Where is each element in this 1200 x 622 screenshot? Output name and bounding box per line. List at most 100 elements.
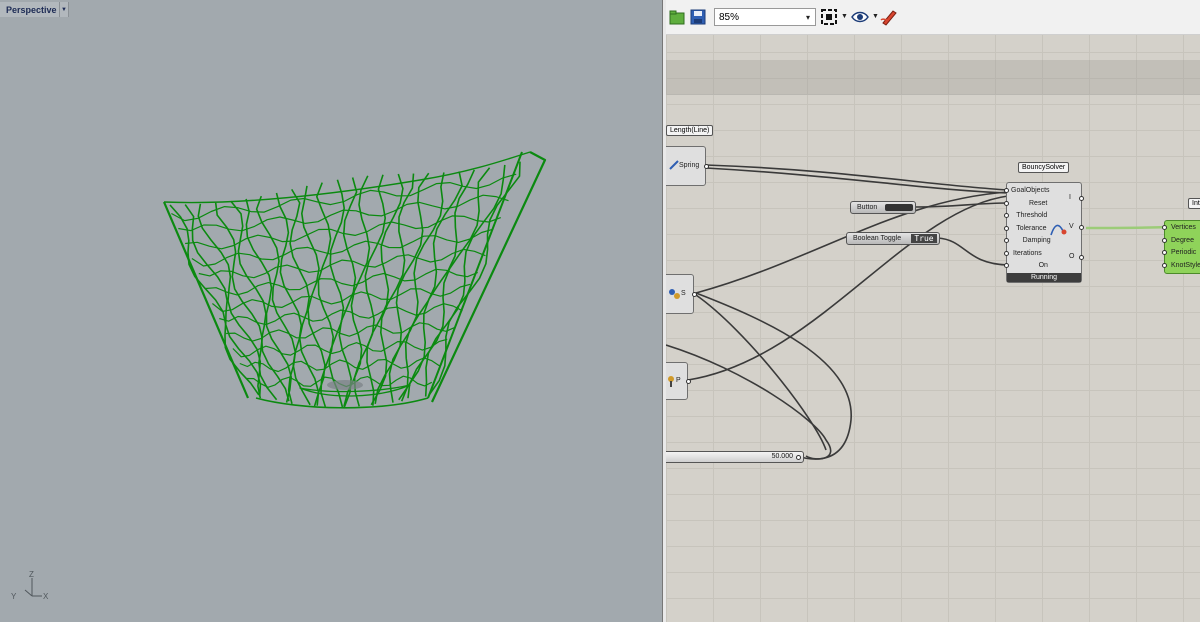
solver-input-port[interactable] — [1004, 238, 1009, 243]
spring-icon — [669, 160, 679, 170]
interpolate-input-port[interactable] — [1162, 262, 1167, 268]
interpolate-tag: Inte — [1188, 198, 1200, 209]
boolean-toggle-value[interactable]: True — [911, 234, 937, 243]
wire-spring-goal — [705, 164, 1009, 191]
viewport-tab[interactable]: Perspective ▼ — [0, 2, 69, 17]
anchor-goal-icon — [669, 289, 680, 299]
preview-caret-icon[interactable]: ▼ — [872, 13, 879, 20]
rhino-viewport[interactable]: Perspective ▼ Z Y X — [0, 0, 662, 622]
mesh-curve — [169, 204, 260, 396]
bouncy-solver-icon — [1050, 224, 1067, 236]
interpolate-input-label: Periodic — [1171, 249, 1197, 256]
zoom-extents-button[interactable] — [820, 8, 838, 26]
solver-output-v: V — [1069, 223, 1074, 230]
s-component[interactable]: S — [666, 274, 697, 314]
solver-input-port[interactable] — [1004, 250, 1009, 256]
slider-value: 50.000 — [771, 453, 793, 460]
mesh-shadow — [327, 380, 363, 390]
solver-o-port[interactable] — [1079, 255, 1084, 260]
open-button[interactable] — [668, 8, 686, 26]
mesh-curve — [431, 151, 547, 403]
solver-input-port[interactable] — [1004, 225, 1009, 231]
interpolate-input-port[interactable] — [1162, 250, 1167, 255]
solver-input-port[interactable] — [1004, 200, 1009, 206]
solver-input-port[interactable] — [1004, 263, 1009, 268]
mesh-curve — [328, 179, 345, 408]
s-output-port[interactable] — [692, 292, 697, 297]
mesh-curve — [301, 185, 326, 407]
axis-y-label: Y — [11, 592, 17, 601]
p-output-port[interactable] — [686, 379, 691, 384]
boolean-toggle-component[interactable]: Boolean Toggle True — [846, 232, 940, 245]
solver-input-label: Iterations — [1013, 249, 1042, 257]
eye-preview-icon — [851, 11, 869, 23]
mesh-curve — [427, 151, 523, 399]
solver-input-label: GoalObjects — [1011, 187, 1050, 194]
spring-component[interactable]: Spring — [666, 146, 709, 186]
mesh-curve — [185, 215, 502, 250]
wire-layer — [666, 164, 1167, 460]
zoom-dropdown[interactable]: 85% ▾ — [714, 8, 816, 26]
spring-output-port[interactable] — [704, 164, 709, 169]
solver-input-port[interactable] — [1004, 213, 1009, 218]
floppy-save-icon — [690, 9, 706, 25]
chevron-down-icon: ▾ — [805, 12, 810, 22]
solver-input-label: On — [1038, 262, 1048, 269]
wire-toggle-on — [937, 237, 1009, 266]
axis-x-label: X — [43, 592, 49, 601]
zoom-extents-icon — [821, 9, 837, 25]
solver-input-label: Tolerance — [1016, 224, 1047, 232]
solver-input-label: Reset — [1029, 199, 1048, 207]
wire-spring-goal-2 — [705, 167, 1009, 194]
folder-open-icon — [669, 10, 685, 25]
canvas-toolbar: 85% ▾ ▼ ▼ — [666, 0, 1200, 35]
bouncy-solver-component[interactable]: GoalObjects Reset Threshold Tolerance Dampin… — [1004, 182, 1084, 283]
zoom-extents-caret-icon[interactable]: ▼ — [841, 13, 848, 20]
interpolate-input-port[interactable] — [1162, 225, 1167, 230]
button-face[interactable] — [885, 204, 913, 211]
button-component[interactable]: Button — [850, 201, 916, 214]
p-component[interactable]: P — [666, 362, 691, 400]
wire-s-down — [695, 294, 827, 451]
boolean-toggle-label: Boolean Toggle — [853, 235, 902, 242]
save-button[interactable] — [689, 8, 707, 26]
green-mesh-wireframe — [162, 151, 547, 409]
number-slider[interactable]: 50.000 — [666, 451, 804, 463]
axis-widget: Z Y X — [11, 570, 49, 601]
pen-sketch-icon — [880, 10, 897, 26]
mesh-curve — [424, 164, 506, 397]
solver-input-port[interactable] — [1004, 188, 1009, 193]
point-goal-icon — [668, 376, 674, 387]
chevron-down-icon: ▼ — [61, 6, 67, 13]
solver-input-label: Damping — [1022, 237, 1051, 244]
interpolate-input-label: Vertices — [1171, 224, 1196, 231]
viewport-menu-button[interactable]: ▼ — [59, 2, 68, 17]
interpolate-component[interactable]: Vertices Degree Periodic KnotStyle — [1162, 220, 1200, 274]
interpolate-input-label: Degree — [1171, 236, 1194, 244]
axis-z-label: Z — [29, 570, 34, 579]
solver-i-port[interactable] — [1079, 196, 1084, 201]
solver-output-o: O — [1069, 253, 1075, 260]
button-label: Button — [857, 204, 878, 211]
wire-left-loop — [666, 344, 832, 460]
viewport-title: Perspective — [6, 4, 57, 15]
solver-status: Running — [1007, 273, 1081, 282]
s-label: S — [681, 290, 686, 297]
spring-label: Spring — [679, 162, 700, 169]
interpolate-input-port[interactable] — [1162, 237, 1167, 243]
solver-v-port[interactable] — [1079, 225, 1084, 230]
sketch-button[interactable] — [880, 8, 898, 26]
interpolate-input-label: KnotStyle — [1171, 261, 1200, 269]
zoom-value: 85% — [719, 11, 740, 23]
grasshopper-canvas[interactable]: 85% ▾ ▼ ▼ Length(Line) Spring S P Button — [666, 0, 1200, 622]
slider-output-port[interactable] — [796, 455, 801, 460]
solver-output-i: I — [1069, 194, 1071, 201]
wire-s-loop — [695, 292, 852, 460]
length-line-tag: Length(Line) — [666, 125, 714, 136]
p-label: P — [676, 377, 681, 384]
solver-input-label: Threshold — [1016, 212, 1048, 219]
mesh-curve — [162, 201, 250, 399]
wire-p-goal — [687, 195, 1009, 381]
preview-button[interactable] — [851, 8, 869, 26]
mesh-curve — [245, 198, 292, 403]
